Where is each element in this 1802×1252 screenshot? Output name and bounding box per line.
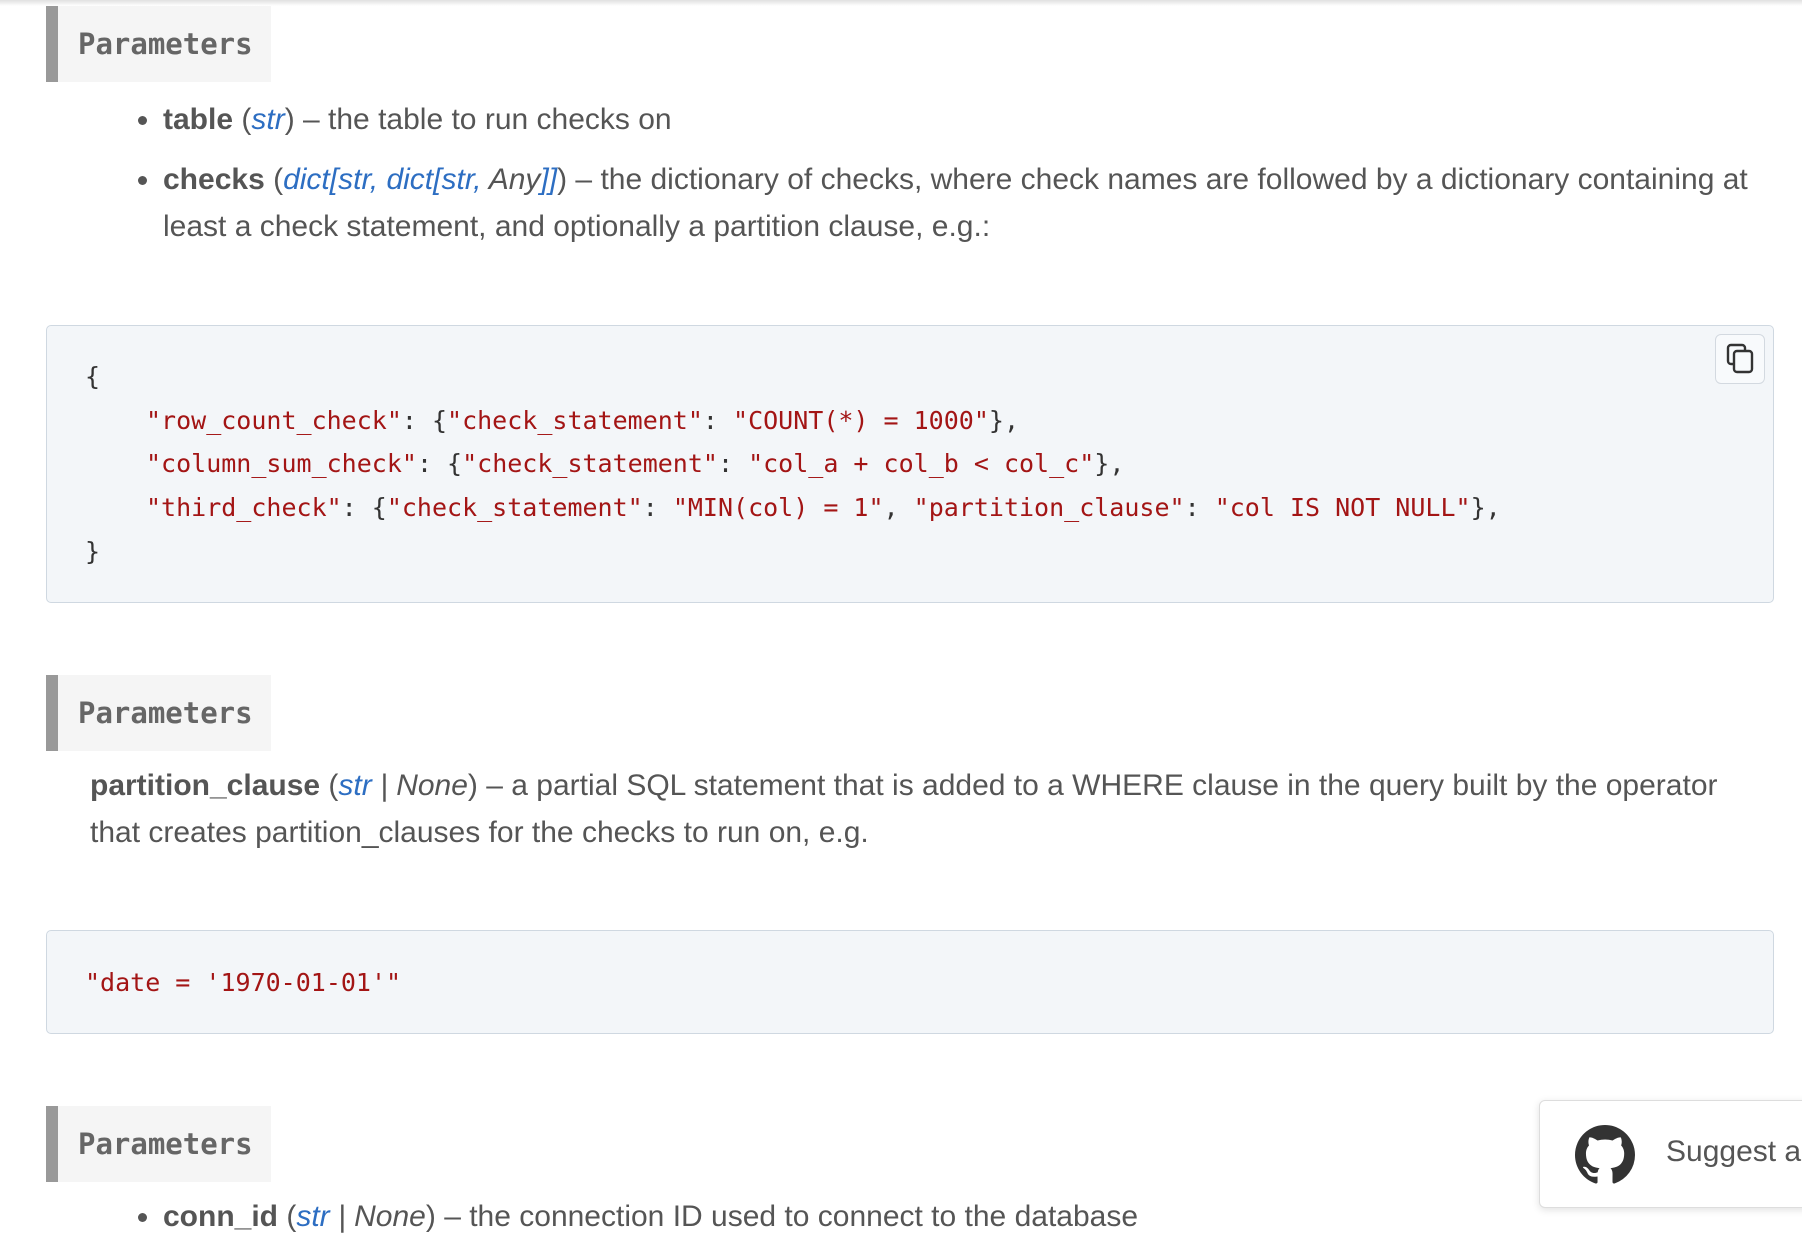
bullet-icon — [138, 1213, 147, 1222]
parameters-header-label: Parameters — [78, 1127, 253, 1161]
type-bracket: [ — [329, 163, 339, 196]
paren-open: ( — [278, 1200, 297, 1233]
type-bracket: ]] — [540, 163, 558, 196]
param-item-table: table (str) – the table to run checks on — [138, 96, 1778, 143]
paren-open: ( — [320, 769, 339, 802]
copy-button[interactable] — [1715, 334, 1765, 384]
code-line: } — [85, 537, 101, 566]
code-block: "date = '1970-01-01'" — [46, 930, 1774, 1034]
type-sep: | — [371, 769, 397, 802]
parameters-header: Parameters — [46, 6, 271, 82]
paren-open: ( — [233, 103, 252, 136]
suggest-change-button[interactable]: Suggest a — [1539, 1100, 1802, 1208]
type-link[interactable]: str — [296, 1200, 329, 1233]
type-link[interactable]: str — [251, 103, 284, 136]
parameters-header: Parameters — [46, 675, 271, 751]
code-line: "row_count_check": {"check_statement": "… — [146, 406, 1019, 435]
type-none: None — [396, 769, 468, 802]
paren-close: ) — [467, 769, 478, 802]
github-icon — [1575, 1125, 1635, 1184]
param-item-conn-id: conn_id (str | None) – the connection ID… — [138, 1193, 1778, 1240]
type-link[interactable]: str — [338, 769, 371, 802]
bullet-icon — [138, 176, 147, 185]
type-none: None — [354, 1200, 426, 1233]
code-line: "date = '1970-01-01'" — [85, 968, 402, 997]
type-sep: | — [329, 1200, 355, 1233]
type-link[interactable]: str — [338, 163, 370, 196]
param-paragraph-partition-clause: partition_clause (str | None) – a partia… — [90, 762, 1770, 856]
parameters-header: Parameters — [46, 1106, 271, 1182]
code-block: { "row_count_check": {"check_statement":… — [46, 325, 1774, 603]
code-line: "column_sum_check": {"check_statement": … — [146, 449, 1125, 478]
type-link[interactable]: dict — [386, 163, 433, 196]
param-name: table — [163, 103, 234, 136]
paren-close: ) — [284, 103, 295, 136]
code-line: "third_check": {"check_statement": "MIN(… — [146, 493, 1501, 522]
param-name: partition_clause — [90, 769, 321, 802]
docs-page: Parameters table (str) – the table to ru… — [0, 0, 1802, 1252]
type-link[interactable]: str — [441, 163, 473, 196]
param-name: conn_id — [163, 1200, 279, 1233]
parameters-header-label: Parameters — [78, 27, 253, 61]
param-description: – the table to run checks on — [294, 103, 672, 136]
code-line: { — [85, 362, 101, 391]
suggest-change-label: Suggest a — [1666, 1135, 1802, 1168]
parameter-list: table (str) – the table to run checks on… — [138, 96, 1778, 250]
paren-close: ) — [557, 163, 568, 196]
bullet-icon — [138, 116, 147, 125]
parameter-list: conn_id (str | None) – the connection ID… — [138, 1193, 1778, 1240]
paren-open: ( — [264, 163, 284, 196]
type-sep: , — [369, 163, 387, 196]
type-sep: , — [473, 163, 489, 196]
param-description: – the connection ID used to connect to t… — [435, 1200, 1139, 1233]
param-item-checks: checks (dict[str, dict[str, Any]]) – the… — [138, 156, 1778, 250]
type-any: Any — [488, 163, 541, 196]
copy-icon — [1726, 343, 1754, 374]
type-link[interactable]: dict — [283, 163, 330, 196]
paren-close: ) — [425, 1200, 436, 1233]
param-name: checks — [163, 163, 265, 196]
parameters-header-label: Parameters — [78, 696, 253, 730]
